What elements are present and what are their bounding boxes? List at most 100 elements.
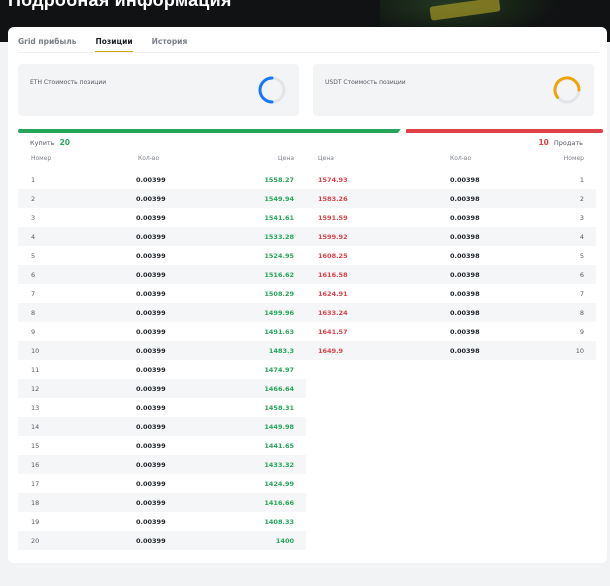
sell-order-row: 1633.24 0.00398 8 xyxy=(306,303,596,322)
sell-order-row: 1641.57 0.00398 9 xyxy=(306,322,596,341)
order-number: 13 xyxy=(31,404,40,412)
order-quantity: 0.00399 xyxy=(136,271,166,279)
buy-order-row: 13 0.00399 1458.31 xyxy=(18,398,306,417)
order-price: 1549.94 xyxy=(264,195,294,203)
tab-history[interactable]: История xyxy=(152,27,188,51)
buy-order-row: 12 0.00399 1466.64 xyxy=(18,379,306,398)
order-number: 1 xyxy=(579,176,584,184)
order-price: 1483.3 xyxy=(268,347,294,355)
order-number: 19 xyxy=(31,518,40,526)
order-number: 12 xyxy=(31,385,40,393)
order-price: 1558.27 xyxy=(264,176,294,184)
tab-divider xyxy=(18,52,599,53)
order-number: 5 xyxy=(579,252,584,260)
buy-table-header: Номер Кол-во Цена xyxy=(18,155,306,167)
order-number: 9 xyxy=(31,328,36,336)
buy-order-row: 18 0.00399 1416.66 xyxy=(18,493,306,512)
order-quantity: 0.00399 xyxy=(136,499,166,507)
order-price: 1583.26 xyxy=(318,195,348,203)
order-number: 6 xyxy=(579,271,584,279)
order-number: 16 xyxy=(31,461,40,469)
order-quantity: 0.00399 xyxy=(136,461,166,469)
tab-grid-profit[interactable]: Grid прибыль xyxy=(18,27,76,51)
order-quantity: 0.00399 xyxy=(136,442,166,450)
tab-positions[interactable]: Позиции xyxy=(95,27,133,52)
sell-count-label: Продать xyxy=(553,139,583,147)
order-number: 8 xyxy=(31,309,36,317)
sell-count: 10 Продать xyxy=(538,138,583,147)
column-header-number: Номер xyxy=(563,155,584,162)
order-number: 6 xyxy=(31,271,36,279)
order-price: 1516.62 xyxy=(264,271,294,279)
donut-chart-icon xyxy=(553,76,581,104)
order-number: 10 xyxy=(31,347,40,355)
order-price: 1633.24 xyxy=(318,309,348,317)
sell-table-header: Цена Кол-во Номер xyxy=(306,155,596,167)
buy-count: Купить 20 xyxy=(30,138,70,147)
order-price: 1441.65 xyxy=(264,442,294,450)
order-quantity: 0.00399 xyxy=(136,480,166,488)
order-price: 1641.57 xyxy=(318,328,348,336)
order-price: 1458.31 xyxy=(264,404,294,412)
order-price: 1508.29 xyxy=(264,290,294,298)
order-price: 1599.92 xyxy=(318,233,348,241)
order-number: 4 xyxy=(579,233,584,241)
order-quantity: 0.00398 xyxy=(450,309,480,317)
order-number: 18 xyxy=(31,499,40,507)
buy-order-row: 14 0.00399 1449.98 xyxy=(18,417,306,436)
buy-order-row: 17 0.00399 1424.99 xyxy=(18,474,306,493)
order-quantity: 0.00399 xyxy=(136,214,166,222)
order-number: 2 xyxy=(579,195,584,203)
buy-order-row: 19 0.00399 1408.33 xyxy=(18,512,306,531)
usdt-position-value-label: USDT Стоимость позиции xyxy=(325,79,406,86)
order-number: 3 xyxy=(31,214,36,222)
column-header-number: Номер xyxy=(31,155,52,162)
buy-order-row: 5 0.00399 1524.95 xyxy=(18,246,306,265)
buy-order-row: 1 0.00399 1558.27 xyxy=(18,170,306,189)
buy-orders-list: 1 0.00399 1558.27 2 0.00399 1549.94 3 0.00399 15… xyxy=(18,170,306,550)
order-number: 7 xyxy=(579,290,584,298)
column-header-price: Цена xyxy=(318,155,334,162)
buy-order-row: 3 0.00399 1541.61 xyxy=(18,208,306,227)
order-quantity: 0.00398 xyxy=(450,233,480,241)
sell-order-row: 1649.9 0.00398 10 xyxy=(306,341,596,360)
order-quantity: 0.00399 xyxy=(136,347,166,355)
order-number: 1 xyxy=(31,176,36,184)
buy-ratio-fill xyxy=(18,129,402,133)
buy-count-label: Купить xyxy=(30,139,55,147)
order-price: 1408.33 xyxy=(264,518,294,526)
order-quantity: 0.00398 xyxy=(450,176,480,184)
buy-order-row: 10 0.00399 1483.3 xyxy=(18,341,306,360)
order-quantity: 0.00399 xyxy=(136,366,166,374)
sell-order-row: 1583.26 0.00398 2 xyxy=(306,189,596,208)
column-header-quantity: Кол-во xyxy=(138,155,160,162)
order-quantity: 0.00398 xyxy=(450,214,480,222)
order-price: 1591.59 xyxy=(318,214,348,222)
order-number: 7 xyxy=(31,290,36,298)
order-quantity: 0.00399 xyxy=(136,252,166,260)
order-quantity: 0.00398 xyxy=(450,271,480,279)
buy-order-row: 8 0.00399 1499.96 xyxy=(18,303,306,322)
buy-sell-ratio-bar xyxy=(18,128,603,135)
order-price: 1491.63 xyxy=(264,328,294,336)
order-quantity: 0.00399 xyxy=(136,385,166,393)
order-number: 15 xyxy=(31,442,40,450)
page-title: Подробная информация xyxy=(8,0,232,10)
tab-bar: Grid прибыль Позиции История xyxy=(18,27,206,52)
order-price: 1533.28 xyxy=(264,233,294,241)
column-header-quantity: Кол-во xyxy=(450,155,472,162)
usdt-position-value-box: USDT Стоимость позиции xyxy=(313,64,594,116)
order-price: 1608.25 xyxy=(318,252,348,260)
order-number: 5 xyxy=(31,252,36,260)
sell-order-row: 1591.59 0.00398 3 xyxy=(306,208,596,227)
buy-order-row: 2 0.00399 1549.94 xyxy=(18,189,306,208)
order-price: 1541.61 xyxy=(264,214,294,222)
order-price: 1524.95 xyxy=(264,252,294,260)
sell-order-row: 1599.92 0.00398 4 xyxy=(306,227,596,246)
order-number: 14 xyxy=(31,423,40,431)
order-quantity: 0.00398 xyxy=(450,290,480,298)
order-price: 1449.98 xyxy=(264,423,294,431)
order-quantity: 0.00399 xyxy=(136,518,166,526)
order-quantity: 0.00399 xyxy=(136,404,166,412)
order-quantity: 0.00398 xyxy=(450,347,480,355)
